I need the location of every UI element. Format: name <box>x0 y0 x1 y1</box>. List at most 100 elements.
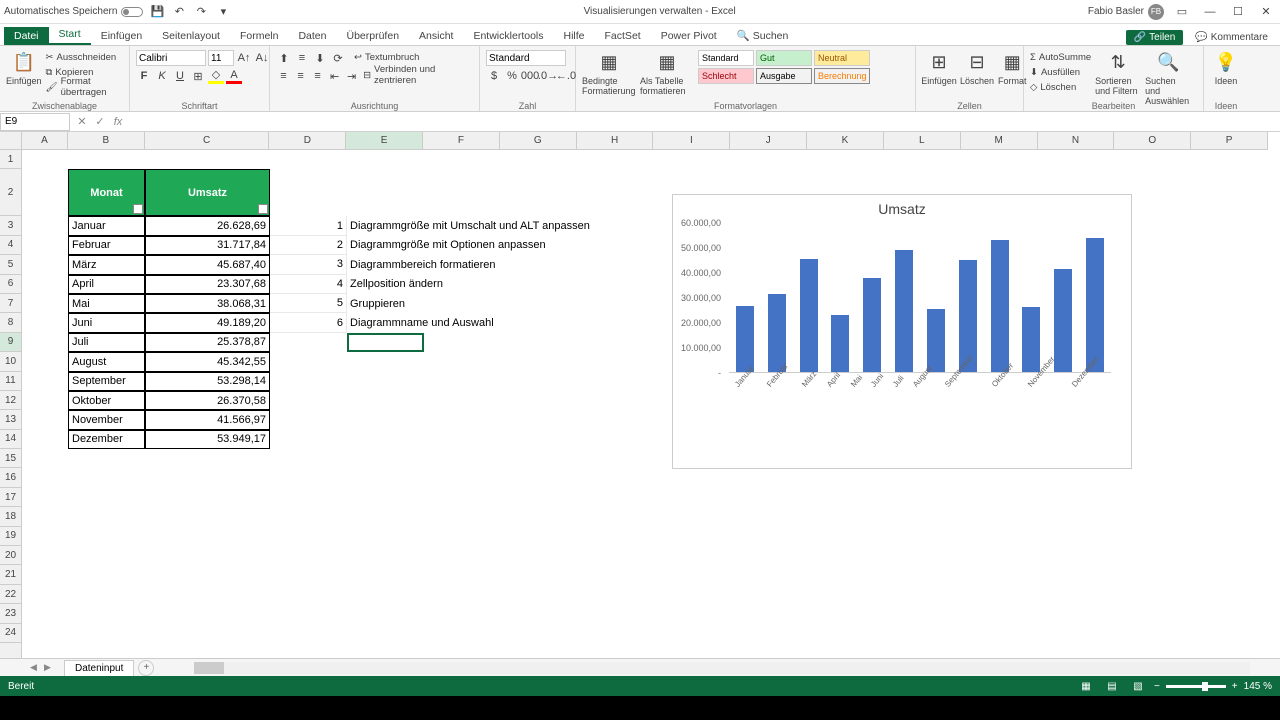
increase-decimal-icon[interactable]: .0→ <box>540 68 556 84</box>
chart-bar[interactable] <box>991 240 1009 372</box>
bold-button[interactable]: F <box>136 68 152 84</box>
orientation-icon[interactable]: ⟳ <box>330 50 346 66</box>
row-header-1[interactable]: 1 <box>0 150 21 169</box>
table-cell-month[interactable]: April <box>68 275 145 294</box>
tab-start[interactable]: Start <box>49 25 91 45</box>
row-header-14[interactable]: 14 <box>0 430 21 449</box>
autosave-toggle[interactable]: Automatisches Speichern <box>4 6 143 17</box>
row-header-20[interactable]: 20 <box>0 546 21 565</box>
selected-cell[interactable] <box>347 333 424 352</box>
search-box[interactable]: 🔍 Suchen <box>727 26 799 45</box>
close-icon[interactable]: ✕ <box>1256 4 1276 20</box>
table-cell-month[interactable]: November <box>68 410 145 429</box>
row-header-2[interactable]: 2 <box>0 169 21 216</box>
col-header-A[interactable]: A <box>22 132 68 149</box>
table-cell-value[interactable]: 26.628,69 <box>145 216 270 235</box>
note-number[interactable]: 4 <box>270 275 347 294</box>
merge-button[interactable]: ⊟ Verbinden und zentrieren <box>363 68 473 82</box>
conditional-format-button[interactable]: ▦ Bedingte Formatierung <box>582 50 636 96</box>
table-cell-month[interactable]: Juni <box>68 313 145 332</box>
chart-bar[interactable] <box>895 250 913 372</box>
cut-button[interactable]: ✂ Ausschneiden <box>46 50 123 64</box>
col-header-O[interactable]: O <box>1114 132 1191 149</box>
style-schlecht[interactable]: Schlecht <box>698 68 754 84</box>
col-header-F[interactable]: F <box>423 132 500 149</box>
paste-button[interactable]: 📋 Einfügen <box>6 50 42 86</box>
chart-bar[interactable] <box>1086 238 1104 372</box>
col-header-J[interactable]: J <box>730 132 807 149</box>
decrease-indent-icon[interactable]: ⇤ <box>327 68 342 84</box>
row-header-19[interactable]: 19 <box>0 527 21 546</box>
table-cell-month[interactable]: September <box>68 372 145 391</box>
style-standard[interactable]: Standard <box>698 50 754 66</box>
autosum-button[interactable]: Σ AutoSumme <box>1030 50 1091 64</box>
ideas-button[interactable]: 💡 Ideen <box>1210 50 1242 86</box>
row-header-13[interactable]: 13 <box>0 410 21 429</box>
qat-more-icon[interactable]: ▾ <box>215 4 231 20</box>
note-text[interactable]: Diagrammgröße mit Optionen anpassen <box>347 236 647 255</box>
delete-cells-button[interactable]: ⊟ Löschen <box>960 50 994 86</box>
row-header-9[interactable]: 9 <box>0 333 21 352</box>
tab-data[interactable]: Daten <box>288 27 336 45</box>
note-text[interactable]: Zellposition ändern <box>347 275 647 294</box>
insert-cells-button[interactable]: ⊞ Einfügen <box>922 50 956 86</box>
zoom-slider[interactable] <box>1166 685 1226 688</box>
chart-bar[interactable] <box>927 309 945 372</box>
tab-insert[interactable]: Einfügen <box>91 27 152 45</box>
filter-dropdown-monat[interactable]: ▾ <box>133 204 143 214</box>
table-cell-month[interactable]: Januar <box>68 216 145 235</box>
col-header-E[interactable]: E <box>346 132 423 149</box>
col-header-H[interactable]: H <box>577 132 654 149</box>
confirm-formula-icon[interactable]: ✓ <box>92 114 108 130</box>
table-cell-value[interactable]: 53.298,14 <box>145 372 270 391</box>
user-account[interactable]: Fabio Basler FB <box>1088 4 1164 20</box>
tab-formulas[interactable]: Formeln <box>230 27 289 45</box>
col-header-B[interactable]: B <box>68 132 145 149</box>
row-header-5[interactable]: 5 <box>0 255 21 274</box>
view-layout-icon[interactable]: ▤ <box>1102 679 1122 693</box>
note-number[interactable]: 3 <box>270 255 347 274</box>
style-gut[interactable]: Gut <box>756 50 812 66</box>
table-cell-value[interactable]: 45.342,55 <box>145 352 270 371</box>
share-button[interactable]: 🔗 Teilen <box>1126 30 1184 45</box>
currency-icon[interactable]: $ <box>486 68 502 84</box>
table-cell-value[interactable]: 38.068,31 <box>145 294 270 313</box>
row-header-23[interactable]: 23 <box>0 604 21 623</box>
spreadsheet-grid[interactable]: ABCDEFGHIJKLMNOP 12345678910111213141516… <box>0 132 1280 658</box>
cancel-formula-icon[interactable]: ✕ <box>74 114 90 130</box>
format-table-button[interactable]: ▦ Als Tabelle formatieren <box>640 50 694 96</box>
row-header-12[interactable]: 12 <box>0 391 21 410</box>
sheet-tab-dateninput[interactable]: Dateninput <box>64 660 134 676</box>
add-sheet-button[interactable]: + <box>138 660 154 676</box>
table-cell-month[interactable]: Mai <box>68 294 145 313</box>
table-cell-value[interactable]: 53.949,17 <box>145 430 270 449</box>
maximize-icon[interactable]: ☐ <box>1228 4 1248 20</box>
formula-input[interactable] <box>130 114 1280 130</box>
align-top-icon[interactable]: ⬆ <box>276 50 292 66</box>
save-icon[interactable]: 💾 <box>149 4 165 20</box>
number-format-select[interactable] <box>486 50 566 66</box>
col-header-N[interactable]: N <box>1038 132 1115 149</box>
align-center-icon[interactable]: ≡ <box>293 68 308 84</box>
row-header-4[interactable]: 4 <box>0 236 21 255</box>
table-cell-month[interactable]: August <box>68 352 145 371</box>
clear-button[interactable]: ◇ Löschen <box>1030 80 1091 94</box>
increase-indent-icon[interactable]: ⇥ <box>344 68 359 84</box>
font-color-button[interactable]: A <box>226 68 242 84</box>
row-header-24[interactable]: 24 <box>0 624 21 643</box>
col-header-G[interactable]: G <box>500 132 577 149</box>
note-text[interactable]: Diagrammname und Auswahl <box>347 313 647 332</box>
fill-color-button[interactable]: ◇ <box>208 68 224 84</box>
tab-file[interactable]: Datei <box>4 27 49 45</box>
format-cells-button[interactable]: ▦ Format <box>998 50 1027 86</box>
table-cell-value[interactable]: 25.378,87 <box>145 333 270 352</box>
table-cell-month[interactable]: Oktober <box>68 391 145 410</box>
redo-icon[interactable]: ↷ <box>193 4 209 20</box>
note-text[interactable]: Gruppieren <box>347 294 647 313</box>
tab-powerpivot[interactable]: Power Pivot <box>651 27 727 45</box>
increase-font-icon[interactable]: A↑ <box>236 50 252 66</box>
note-number[interactable]: 1 <box>270 216 347 235</box>
tab-page-layout[interactable]: Seitenlayout <box>152 27 230 45</box>
tab-view[interactable]: Ansicht <box>409 27 463 45</box>
sheet-next-icon[interactable]: ▶ <box>44 662 56 674</box>
